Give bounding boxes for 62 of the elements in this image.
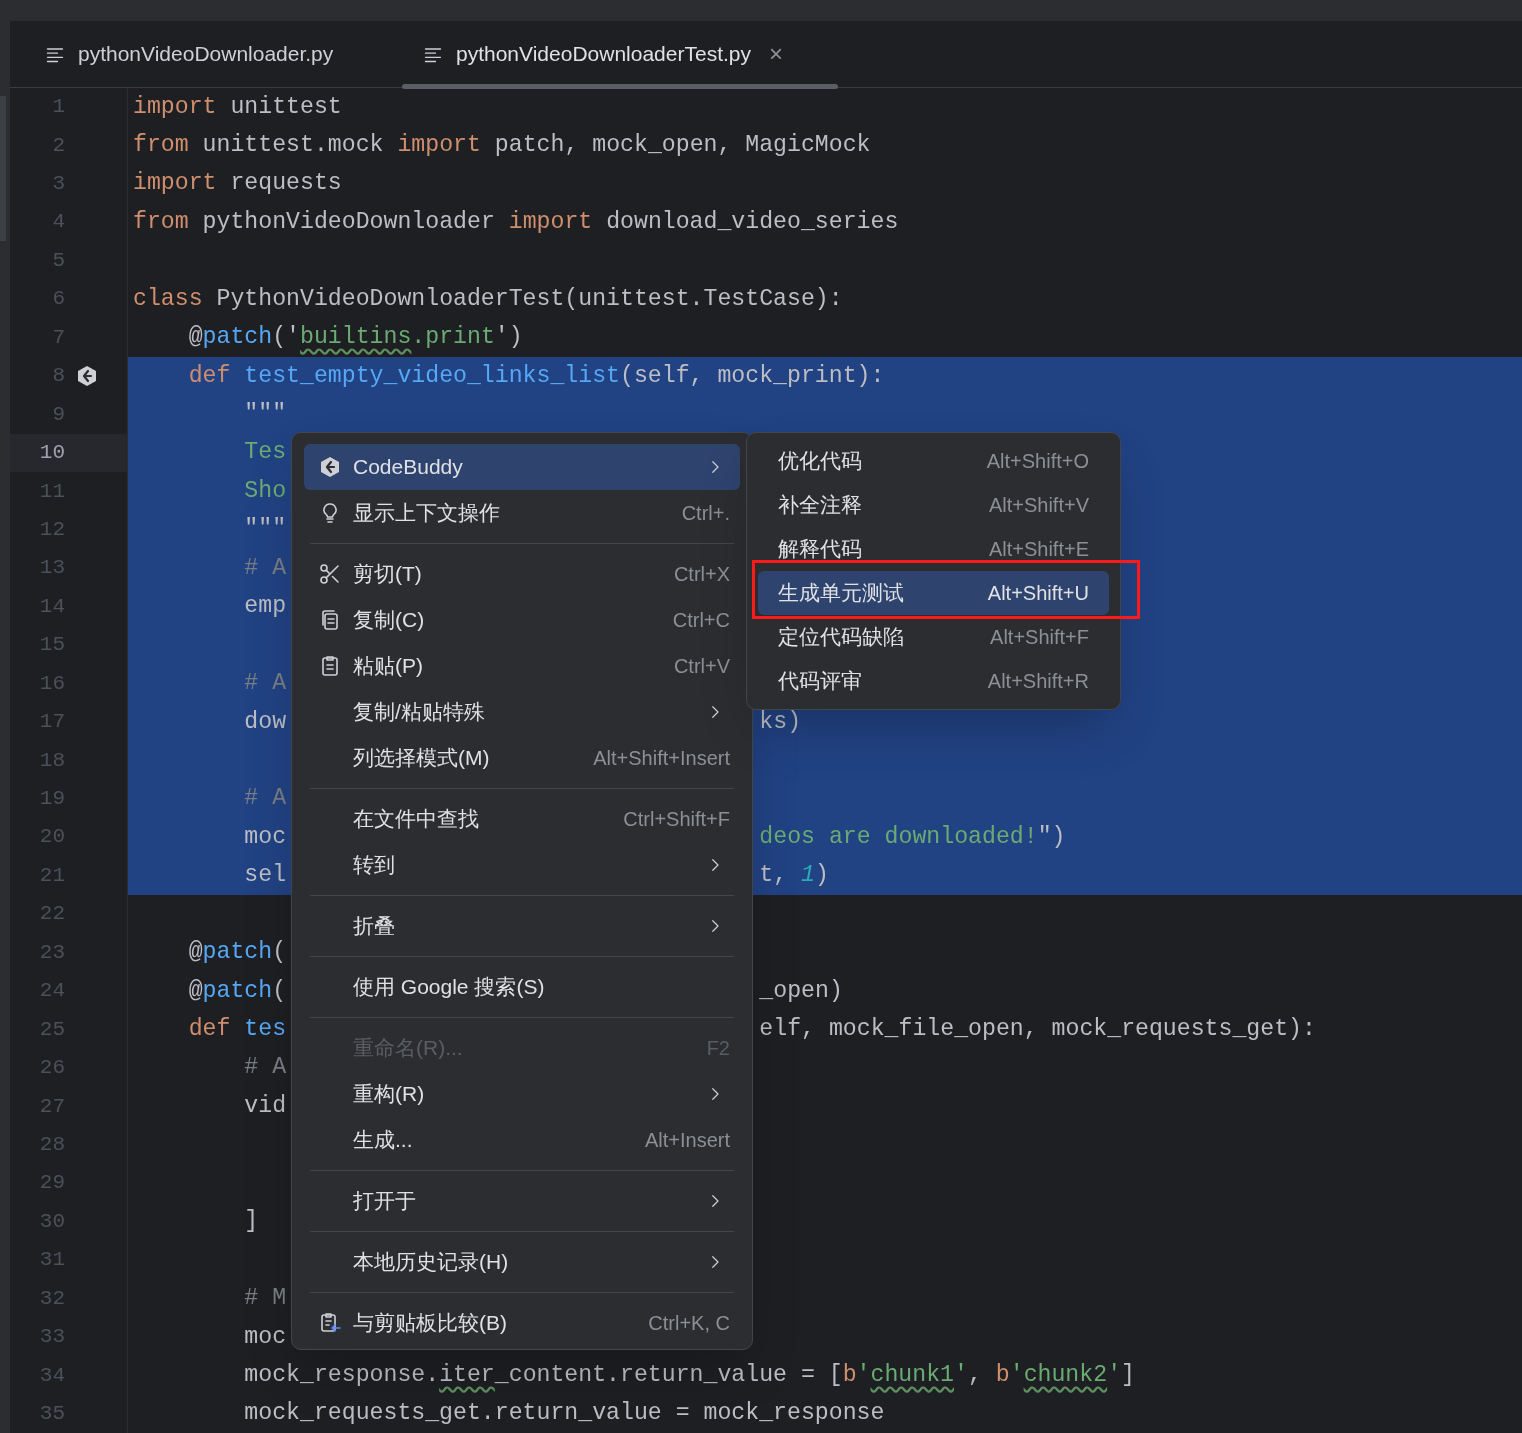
close-tab-button[interactable]: ×: [769, 41, 783, 66]
menu-item[interactable]: 折叠: [304, 903, 740, 949]
menu-item[interactable]: 转到: [304, 842, 740, 888]
menu-item[interactable]: 复制(C) Ctrl+C: [304, 597, 740, 643]
menu-item[interactable]: 在文件中查找 Ctrl+Shift+F: [304, 796, 740, 842]
menu-item[interactable]: 复制/粘贴特殊: [304, 689, 740, 735]
code-line: # A: [243, 784, 287, 814]
code-line: """: [243, 515, 287, 545]
code-line: # A: [243, 1053, 287, 1083]
code-line: elf, mock_file_open, mock_requests_get):: [759, 1015, 1316, 1044]
code-line: emp: [243, 592, 287, 622]
code-line: Tes: [243, 438, 287, 468]
code-line: @patch('builtins.print'): [187, 323, 523, 353]
code-line: _open): [759, 976, 843, 1006]
file-tab[interactable]: pythonVideoDownloader.py: [24, 21, 402, 87]
menu-item[interactable]: 重构(R): [304, 1071, 740, 1117]
code-line: @patch(: [187, 938, 287, 968]
menu-item[interactable]: 粘贴(P) Ctrl+V: [304, 643, 740, 689]
menu-item[interactable]: 与剪贴板比较(B) Ctrl+K, C: [304, 1300, 740, 1346]
menu-item[interactable]: 剪切(T) Ctrl+X: [304, 551, 740, 597]
code-line: from pythonVideoDownloader import download_video_series: [133, 207, 899, 237]
submenu-item[interactable]: 补全注释 Alt+Shift+V: [758, 483, 1109, 527]
submenu-item[interactable]: 解释代码 Alt+Shift+E: [758, 527, 1109, 571]
code-line: dow: [243, 707, 287, 737]
menu-item[interactable]: 列选择模式(M) Alt+Shift+Insert: [304, 735, 740, 781]
submenu-item[interactable]: 代码评审 Alt+Shift+R: [758, 659, 1109, 703]
code-line: moc: [243, 822, 287, 852]
code-line: def tes: [187, 1015, 287, 1044]
hexagon-logo-icon: [318, 455, 342, 479]
code-line: def test_empty_video_links_list(self, mock_print):: [187, 361, 885, 391]
submenu-item[interactable]: 生成单元测试 Alt+Shift+U: [758, 571, 1109, 615]
menu-item[interactable]: 本地历史记录(H): [304, 1239, 740, 1285]
submenu-item[interactable]: 优化代码 Alt+Shift+O: [758, 439, 1109, 483]
code-line: """: [243, 400, 287, 429]
code-line: from unittest.mock import patch, mock_open, MagicMock: [133, 130, 871, 160]
line-number: 10: [38, 440, 65, 467]
clipboard-compare-icon: [318, 1311, 342, 1335]
code-line: moc: [243, 1322, 287, 1352]
scissors-icon: [318, 562, 342, 586]
code-line: mock_response.iter_content.return_value = [b'chunk1', b'chunk2']: [243, 1360, 1135, 1390]
code-line: mock_requests_get.return_value = mock_response: [243, 1399, 885, 1429]
code-line: sel: [243, 861, 287, 891]
menu-item[interactable]: 使用 Google 搜索(S): [304, 964, 740, 1010]
menu-item[interactable]: CodeBuddy: [304, 444, 740, 490]
code-line: # M: [243, 1284, 287, 1314]
code-line: ks): [759, 707, 802, 737]
code-line: Sho: [243, 476, 287, 506]
code-line: # A: [243, 553, 287, 583]
code-line: import unittest: [133, 92, 342, 122]
code-line: deos are downloaded!"): [759, 822, 1066, 852]
submenu-item[interactable]: 定位代码缺陷 Alt+Shift+F: [758, 615, 1109, 659]
code-line: class PythonVideoDownloaderTest(unittest.TestCase):: [133, 284, 843, 314]
menu-item[interactable]: 生成... Alt+Insert: [304, 1117, 740, 1163]
code-line: # A: [243, 669, 287, 699]
code-line: ]: [243, 1207, 259, 1237]
code-line: vid: [243, 1091, 287, 1121]
menu-item[interactable]: 显示上下文操作 Ctrl+.: [304, 490, 740, 536]
code-line: t, 1): [759, 861, 829, 891]
code-line: import requests: [133, 169, 342, 199]
file-tab[interactable]: pythonVideoDownloaderTest.py ×: [402, 21, 838, 87]
code-line: @patch(: [187, 976, 287, 1006]
menu-item[interactable]: 打开于: [304, 1178, 740, 1224]
